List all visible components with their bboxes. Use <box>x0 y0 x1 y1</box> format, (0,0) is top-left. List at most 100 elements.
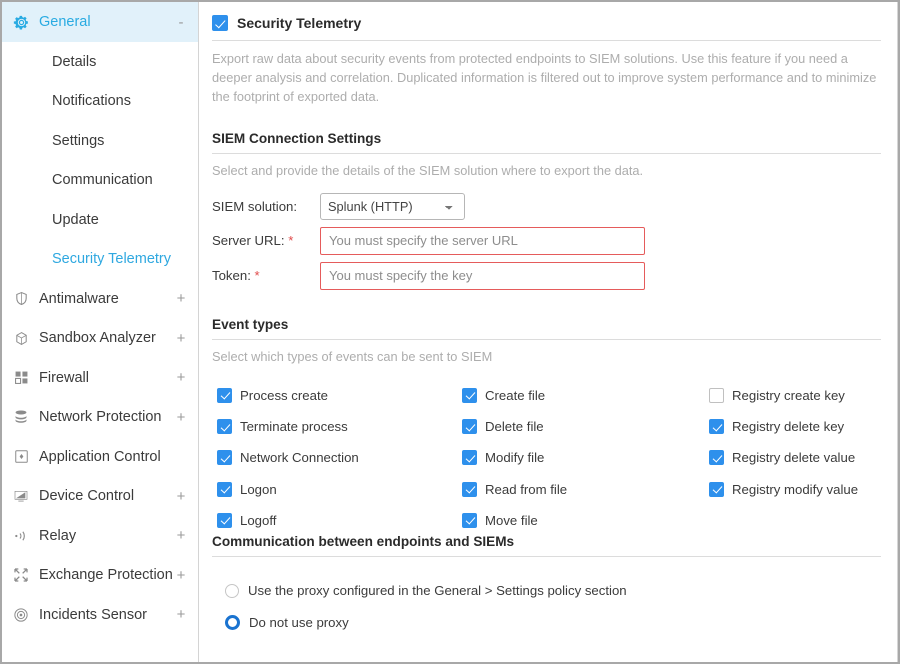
checkbox-label: Logon <box>240 481 277 497</box>
sidebar-item-device-control[interactable]: Device Control + <box>2 477 198 517</box>
expand-toggle-icon[interactable]: + <box>176 370 186 385</box>
token-row: Token: * <box>212 261 881 290</box>
event-checkbox-registry-delete-key[interactable]: Registry delete key <box>709 411 858 442</box>
radio-indicator[interactable] <box>225 615 240 631</box>
checkbox-indicator[interactable] <box>217 481 232 497</box>
checkbox-indicator[interactable] <box>709 419 724 434</box>
siem-connection-form: SIEM solution: Splunk (HTTP) Server URL:… <box>212 178 881 290</box>
checkbox-label: Terminate process <box>240 419 348 434</box>
expand-toggle-icon[interactable]: + <box>176 291 186 306</box>
event-checkbox-move-file[interactable]: Move file <box>462 505 567 536</box>
required-asterisk: * <box>288 233 294 249</box>
sidebar-item-application-control[interactable]: Application Control <box>2 437 198 477</box>
checkbox-indicator[interactable] <box>709 450 724 466</box>
expand-toggle-icon[interactable]: + <box>176 528 186 543</box>
checkbox-label: Registry create key <box>732 387 845 403</box>
event-checkbox-registry-modify-value[interactable]: Registry modify value <box>709 473 858 504</box>
sidebar-item-notifications[interactable]: Notifications <box>2 82 198 122</box>
radio-do-not-use-proxy[interactable]: Do not use proxy <box>225 607 881 639</box>
expand-toggle-icon[interactable]: + <box>176 410 186 425</box>
event-checkbox-logon[interactable]: Logon <box>217 473 359 504</box>
event-types-subtitle: Select which types of events can be sent… <box>212 348 493 364</box>
sidebar-item-exchange-protection[interactable]: Exchange Protection + <box>2 556 198 596</box>
event-checkbox-registry-create-key[interactable]: Registry create key <box>709 380 858 411</box>
sidebar-item-details[interactable]: Details <box>2 42 198 82</box>
section-title: Event types <box>212 316 289 332</box>
event-checkbox-registry-delete-value[interactable]: Registry delete value <box>709 442 858 473</box>
sidebar-navigation: General - Details Notifications Settings… <box>2 2 199 662</box>
sidebar-group-label: General <box>39 14 91 30</box>
checkbox-indicator[interactable] <box>217 419 232 434</box>
sensor-target-icon <box>12 606 30 624</box>
expand-toggle-icon[interactable]: + <box>176 607 186 622</box>
event-checkbox-terminate-process[interactable]: Terminate process <box>217 411 359 442</box>
event-types-column-2: Create file Delete file Modify file Read… <box>462 380 567 536</box>
checkbox-label: Delete file <box>485 419 544 434</box>
checkbox-label: Move file <box>485 512 538 528</box>
sidebar-item-firewall[interactable]: Firewall + <box>2 358 198 398</box>
monitor-icon <box>12 487 30 505</box>
checkbox-indicator[interactable] <box>462 387 477 403</box>
radio-use-configured-proxy[interactable]: Use the proxy configured in the General … <box>225 575 881 607</box>
security-telemetry-master-row: Security Telemetry <box>212 2 881 32</box>
event-checkbox-logoff[interactable]: Logoff <box>217 505 359 536</box>
sidebar-item-label: Exchange Protection <box>39 567 173 584</box>
event-checkbox-network-connection[interactable]: Network Connection <box>217 442 359 473</box>
checkbox-label: Read from file <box>485 481 568 497</box>
event-checkbox-create-file[interactable]: Create file <box>462 380 567 411</box>
security-telemetry-checkbox[interactable] <box>212 14 228 31</box>
required-asterisk: * <box>254 268 260 284</box>
checkbox-indicator[interactable] <box>462 450 477 466</box>
event-checkbox-process-create[interactable]: Process create <box>217 380 359 411</box>
radio-label: Do not use proxy <box>249 615 349 631</box>
sidebar-item-label: Application Control <box>39 448 161 465</box>
server-url-row: Server URL: * <box>212 226 881 255</box>
server-url-input[interactable] <box>320 226 645 255</box>
sidebar-item-communication[interactable]: Communication <box>2 161 198 201</box>
sidebar-item-network-protection[interactable]: Network Protection + <box>2 398 198 438</box>
page-title: Security Telemetry <box>237 14 362 31</box>
checkbox-indicator[interactable] <box>462 512 477 528</box>
sidebar-group-general[interactable]: General - <box>2 2 198 42</box>
event-checkbox-modify-file[interactable]: Modify file <box>462 442 567 473</box>
checkbox-label: Create file <box>485 387 546 403</box>
checkbox-indicator[interactable] <box>217 512 232 528</box>
checkbox-label: Registry delete key <box>732 419 845 434</box>
event-types-grid: Process create Terminate process Network… <box>212 364 881 528</box>
radio-indicator[interactable] <box>225 583 239 598</box>
expand-toggle-icon[interactable]: + <box>176 568 186 583</box>
exchange-icon <box>12 566 30 584</box>
feature-description: Export raw data about security events fr… <box>212 51 877 105</box>
sidebar-item-sandbox-analyzer[interactable]: Sandbox Analyzer + <box>2 319 198 359</box>
firewall-blocks-icon <box>12 369 30 387</box>
siem-connection-subtitle: Select and provide the details of the SI… <box>212 162 644 178</box>
sidebar-item-label: Relay <box>39 527 77 544</box>
checkbox-indicator[interactable] <box>462 481 477 497</box>
server-url-label-text: Server URL: <box>212 233 285 249</box>
siem-solution-select[interactable]: Splunk (HTTP) <box>320 192 465 220</box>
token-input[interactable] <box>320 261 645 290</box>
sidebar-item-security-telemetry[interactable]: Security Telemetry <box>2 240 198 280</box>
sidebar-item-label: Notifications <box>52 93 131 110</box>
token-label-text: Token: <box>212 268 251 284</box>
checkbox-label: Registry modify value <box>732 481 859 497</box>
sidebar-item-label: Settings <box>52 132 105 149</box>
checkbox-indicator[interactable] <box>709 387 724 403</box>
sidebar-item-incidents-sensor[interactable]: Incidents Sensor + <box>2 595 198 635</box>
checkbox-indicator[interactable] <box>709 481 724 497</box>
sidebar-item-relay[interactable]: Relay + <box>2 516 198 556</box>
sidebar-item-antimalware[interactable]: Antimalware + <box>2 279 198 319</box>
collapse-toggle-icon[interactable]: - <box>176 15 186 30</box>
checkbox-indicator[interactable] <box>462 419 477 434</box>
checkbox-indicator[interactable] <box>217 387 232 403</box>
sidebar-item-label: Device Control <box>39 488 135 505</box>
checkbox-label: Registry delete value <box>732 450 856 466</box>
expand-toggle-icon[interactable]: + <box>176 489 186 504</box>
event-checkbox-delete-file[interactable]: Delete file <box>462 411 567 442</box>
sidebar-item-update[interactable]: Update <box>2 200 198 240</box>
event-checkbox-read-from-file[interactable]: Read from file <box>462 473 567 504</box>
checkbox-indicator[interactable] <box>217 450 232 466</box>
sidebar-item-settings[interactable]: Settings <box>2 121 198 161</box>
expand-toggle-icon[interactable]: + <box>176 331 186 346</box>
server-url-label: Server URL: * <box>212 233 320 248</box>
